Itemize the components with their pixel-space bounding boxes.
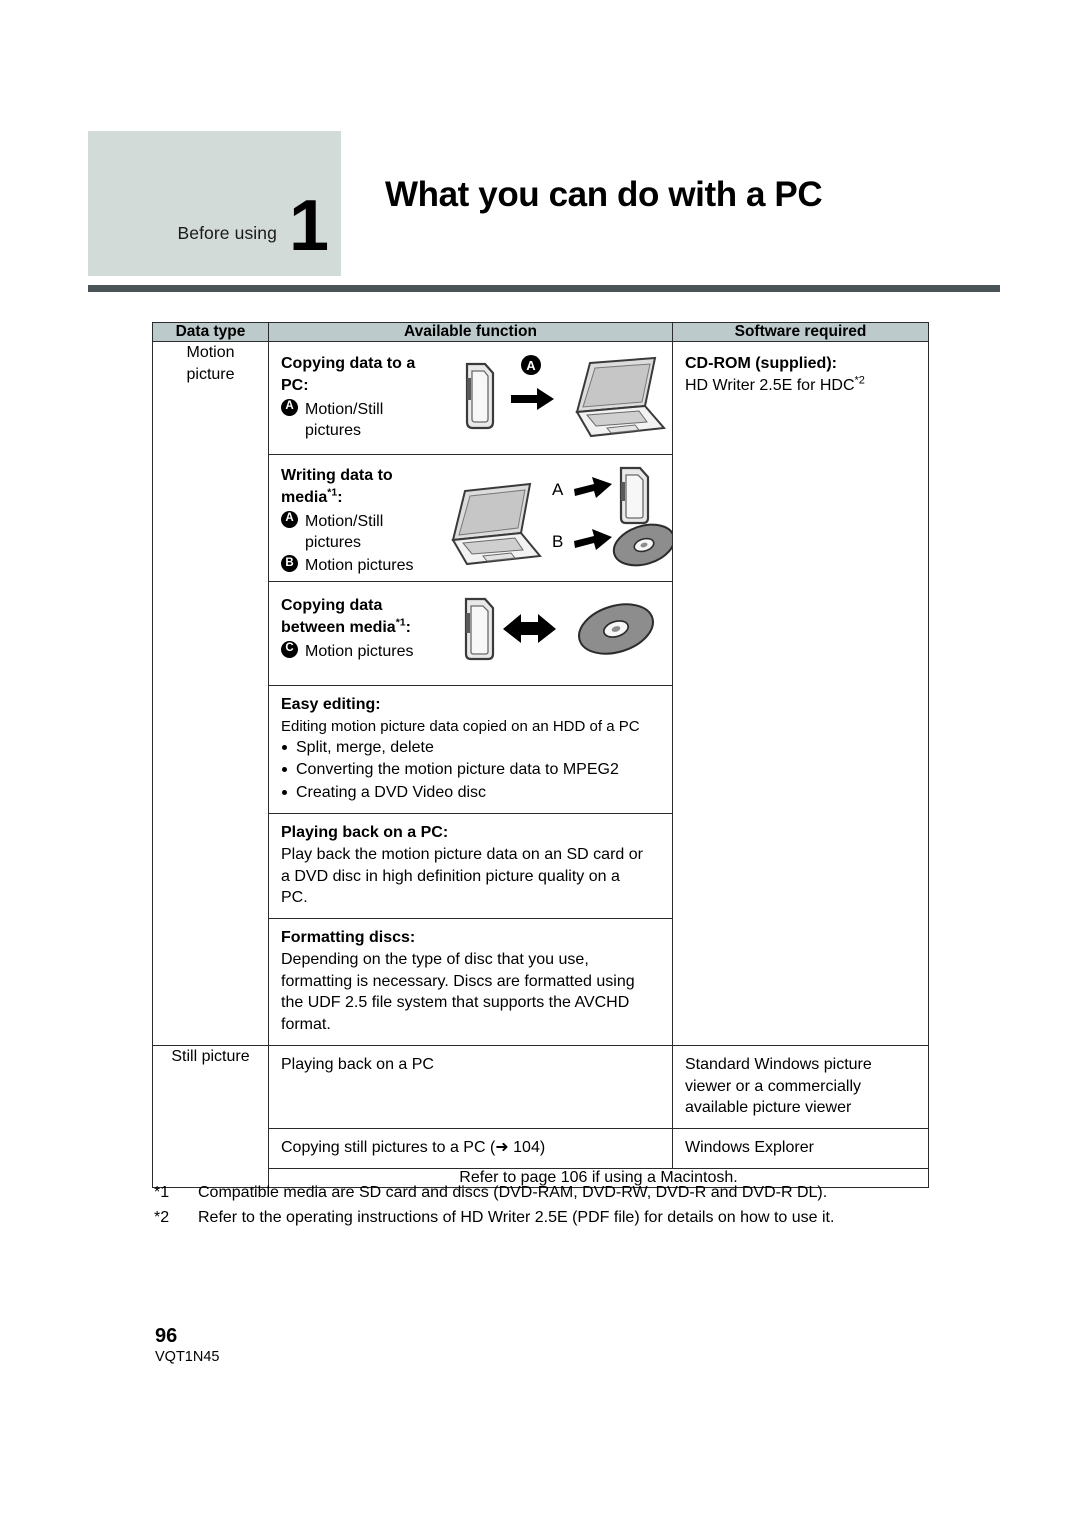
still-software-viewer-text: Standard Windows picture viewer or a com… xyxy=(685,1055,872,1117)
list-item: Split, merge, delete xyxy=(281,737,660,759)
specs-table: Data type Available function Software re… xyxy=(152,322,929,1188)
formatting-line3: the UDF 2.5 file system that supports th… xyxy=(281,994,630,1012)
still-software-explorer-text: Windows Explorer xyxy=(685,1139,814,1157)
arrow-right-icon-a xyxy=(574,477,612,498)
diagram-media-to-media xyxy=(454,591,664,681)
fn-title-formatting-discs: Formatting discs: xyxy=(281,929,416,947)
page-number: 96 xyxy=(155,1325,178,1347)
arrow-right-icon xyxy=(511,388,554,410)
cell-copying-data-to-pc: Copying data to a PC: A Motion/Still pic… xyxy=(268,341,673,455)
row-label-still-picture: Still picture xyxy=(152,1044,269,1188)
fn-title-playing-back: Playing back on a PC: xyxy=(281,824,449,842)
cell-easy-editing: Easy editing: Editing motion picture dat… xyxy=(268,684,673,815)
write-media-item-a-line2: pictures xyxy=(305,534,362,552)
formatting-line1: Depending on the type of disc that you u… xyxy=(281,950,589,968)
badge-b-icon: B xyxy=(281,555,298,572)
copy-between-item-c: Motion pictures xyxy=(305,642,414,660)
chapter-number: 1 xyxy=(288,185,329,266)
playing-back-line3: PC. xyxy=(281,889,308,907)
chapter-tag-box: Before using 1 xyxy=(88,131,341,276)
formatting-line2: formatting is necessary. Discs are forma… xyxy=(281,972,635,990)
row-label-motion-picture: Motion picture xyxy=(152,341,269,1046)
footnote-1-mark: *1 xyxy=(154,1184,170,1201)
arrow-right-icon-b xyxy=(574,529,612,550)
badge-c-icon: C xyxy=(281,640,298,658)
diagram-pc-to-media: A B xyxy=(437,463,676,580)
page-title: What you can do with a PC xyxy=(385,175,823,214)
table-row: Still picture Playing back on a PC Stand… xyxy=(152,1044,929,1188)
diagram-label-a: A xyxy=(552,480,564,499)
diagram-sd-to-pc-svg: A xyxy=(465,355,667,438)
fn-title-copy-to-pc-line2: PC: xyxy=(281,376,309,394)
column-header-data-type: Data type xyxy=(152,322,269,342)
table-row: Motion picture Copying data to a PC: A M… xyxy=(152,341,929,1046)
sd-card-icon xyxy=(619,466,650,525)
diagram-pc-to-media-svg: A B xyxy=(451,466,676,567)
disc-icon xyxy=(578,603,654,655)
easy-editing-bullet-list: Split, merge, delete Converting the moti… xyxy=(281,737,660,804)
fn-title-copy-between-line1: Copying data xyxy=(281,597,383,614)
chapter-label: Before using xyxy=(177,222,277,243)
footnotes-block: *1 Compatible media are SD card and disc… xyxy=(154,1181,954,1231)
column-header-available-function: Available function xyxy=(268,322,673,342)
laptop-icon xyxy=(451,482,542,566)
page-footer: 96 VQT1N45 xyxy=(155,1325,219,1367)
sd-card-icon xyxy=(465,362,495,430)
list-item: Creating a DVD Video disc xyxy=(281,782,660,804)
table-row: Copying still pictures to a PC (➜ 104) W… xyxy=(153,1128,929,1169)
column-header-software-required: Software required xyxy=(672,322,929,342)
fn-title-copy-between-line2: between media*1: xyxy=(281,616,411,636)
diagram-label-b: B xyxy=(552,532,563,551)
fn-title-write-media-line1: Writing data to xyxy=(281,467,393,484)
fn-title-copy-to-pc-line1: Copying data to a xyxy=(281,355,416,372)
cell-still-software-viewer: Standard Windows picture viewer or a com… xyxy=(672,1044,929,1130)
playing-back-line2: a DVD disc in high definition picture qu… xyxy=(281,867,620,885)
footnote-1-text: Compatible media are SD card and discs (… xyxy=(198,1184,828,1201)
easy-editing-intro: Editing motion picture data copied on an… xyxy=(281,717,640,735)
table-header-row: Data type Available function Software re… xyxy=(152,322,929,342)
diagram-media-to-media-svg xyxy=(464,597,654,661)
cell-writing-data-to-media: Writing data to media*1: A Motion/Still … xyxy=(268,454,676,582)
footnote-2-mark: *2 xyxy=(154,1208,170,1226)
still-copying-text: Copying still pictures to a PC (➜ 104) xyxy=(281,1139,546,1157)
specs-table-wrapper: Data type Available function Software re… xyxy=(152,322,929,1188)
diagram-badge-a-icon: A xyxy=(521,355,541,375)
badge-a-icon: A xyxy=(281,398,298,416)
copy-to-pc-item-a-line1: Motion/Still xyxy=(305,400,384,418)
chapter-header: Before using 1 What you can do with a PC xyxy=(88,131,1000,281)
laptop-icon xyxy=(575,356,667,438)
footnote-1: *1 Compatible media are SD card and disc… xyxy=(154,1181,954,1206)
software-cdrom-ref: *2 xyxy=(854,374,865,387)
list-item: Converting the motion picture data to MP… xyxy=(281,759,660,781)
disc-icon xyxy=(612,523,676,567)
still-playing-back-text: Playing back on a PC xyxy=(281,1055,434,1073)
software-cdrom-body: HD Writer 2.5E for HDC*2 xyxy=(685,374,865,394)
cell-software-cdrom: CD-ROM (supplied): HD Writer 2.5E for HD… xyxy=(672,341,929,1046)
fn-title-write-media-line2: media*1: xyxy=(281,486,343,506)
cell-still-playing-back: Playing back on a PC xyxy=(268,1044,673,1130)
document-code: VQT1N45 xyxy=(155,1349,220,1365)
svg-text:A: A xyxy=(526,358,536,373)
software-cdrom-title: CD-ROM (supplied): xyxy=(685,355,837,372)
cell-copying-between-media: Copying data between media*1: C Motion p… xyxy=(268,581,673,686)
playing-back-line1: Play back the motion picture data on an … xyxy=(281,845,643,863)
cell-playing-back-on-pc: Playing back on a PC: Play back the moti… xyxy=(268,813,673,920)
row-label-motion-line2: picture xyxy=(186,365,235,383)
formatting-line4: format. xyxy=(281,1016,331,1034)
arrow-bidirectional-icon xyxy=(503,614,556,643)
diagram-sd-to-pc: A xyxy=(459,350,669,450)
row-label-motion-line1: Motion xyxy=(186,344,235,361)
fn-title-easy-editing: Easy editing: xyxy=(281,696,381,713)
sd-card-icon xyxy=(464,597,495,661)
badge-a-icon: A xyxy=(281,510,298,528)
cell-formatting-discs: Formatting discs: Depending on the type … xyxy=(268,918,673,1046)
write-media-item-a-line1: Motion/Still xyxy=(305,512,384,530)
footnote-2-text: Refer to the operating instructions of H… xyxy=(198,1208,835,1226)
cell-still-copying: Copying still pictures to a PC (➜ 104) xyxy=(268,1128,673,1169)
write-media-item-b: Motion pictures xyxy=(305,557,414,574)
footnote-2: *2 Refer to the operating instructions o… xyxy=(154,1206,954,1231)
header-divider-rule xyxy=(88,285,1000,292)
cell-still-software-explorer: Windows Explorer xyxy=(672,1128,929,1169)
copy-to-pc-item-a-line2: pictures xyxy=(305,422,362,440)
